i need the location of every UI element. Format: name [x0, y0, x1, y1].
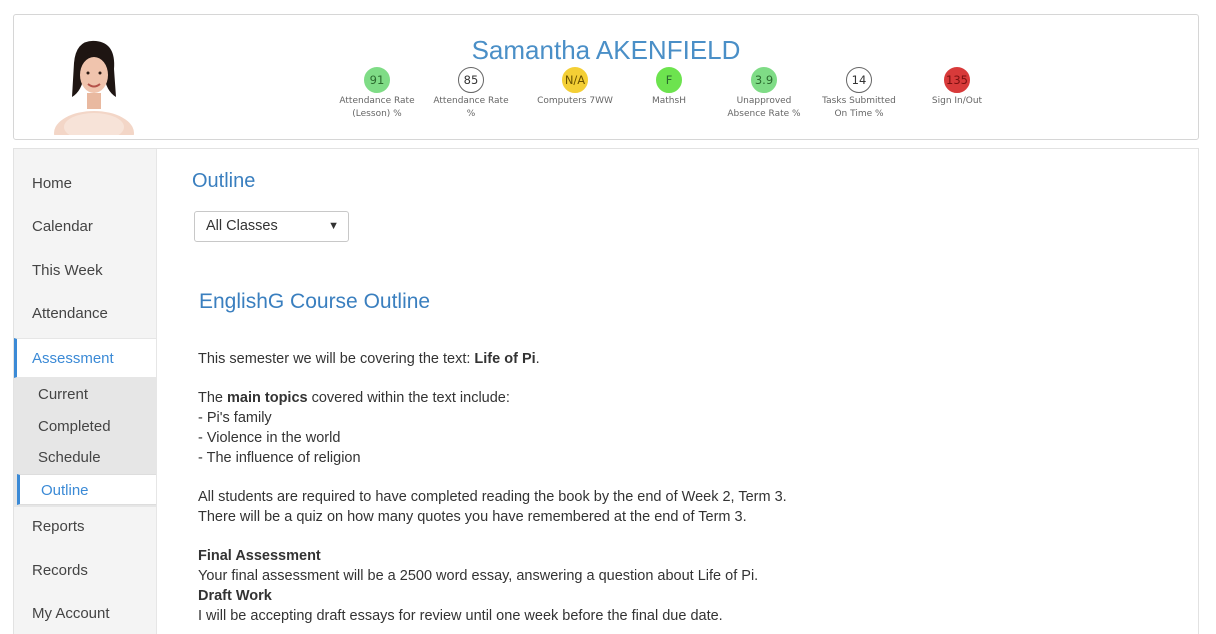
stat-badge: 135 [944, 67, 970, 93]
final-assessment-heading: Final Assessment [198, 546, 1158, 566]
submenu-item-schedule[interactable]: Schedule [14, 442, 156, 473]
stat-label: Tasks Submitted [822, 96, 896, 106]
intro-paragraph: This semester we will be covering the te… [198, 349, 1158, 369]
stat-label: Attendance Rate [339, 96, 415, 106]
sidebar-item-my-account[interactable]: My Account [14, 594, 156, 634]
topics-suffix: covered within the text include: [307, 390, 510, 406]
student-profile-card: Samantha AKENFIELD 91 Attendance Rate (L… [13, 14, 1199, 140]
reading-requirement: All students are required to have comple… [198, 489, 787, 505]
submenu-item-outline[interactable]: Outline [17, 474, 156, 505]
intro-text: This semester we will be covering the te… [198, 351, 475, 367]
stat-label: Sign In/Out [931, 96, 983, 106]
assessment-submenu: Current Completed Schedule Outline [14, 378, 156, 507]
course-outline-body: This semester we will be covering the te… [198, 349, 1158, 626]
stat-label-secondary: Absence Rate % [727, 109, 801, 119]
sidebar-item-records[interactable]: Records [14, 551, 156, 591]
stat-label: MathsH [652, 96, 686, 106]
sidebar-item-attendance[interactable]: Attendance [14, 294, 156, 334]
submenu-item-current[interactable]: Current [14, 379, 156, 410]
stat-badge: 85 [458, 67, 484, 93]
draft-heading-text: Draft Work [198, 588, 272, 604]
submenu-item-completed[interactable]: Completed [14, 411, 156, 442]
draft-work-heading: Draft Work [198, 586, 1158, 606]
quiz-note: There will be a quiz on how many quotes … [198, 509, 747, 525]
stat-badge: 14 [846, 67, 872, 93]
stat-label-secondary: % [466, 109, 476, 119]
stat-label: Unapproved [736, 96, 792, 106]
class-select-dropdown[interactable]: All Classes ▼ [194, 211, 349, 242]
sidebar-nav: Home Calendar This Week Attendance Asses… [14, 149, 157, 634]
class-select-value: All Classes [206, 218, 278, 234]
sidebar-item-home[interactable]: Home [14, 164, 156, 204]
stat-label: Computers 7WW [537, 96, 613, 106]
stat-tasks-submitted[interactable]: 14 Tasks Submitted On Time % [809, 67, 909, 121]
topic-item: - Pi's family [198, 410, 272, 426]
final-heading-text: Final Assessment [198, 548, 321, 564]
sidebar-item-reports[interactable]: Reports [14, 507, 156, 547]
stat-attendance-rate[interactable]: 85 Attendance Rate % [431, 67, 511, 121]
sidebar-item-calendar[interactable]: Calendar [14, 207, 156, 247]
stat-label-secondary: (Lesson) % [352, 109, 402, 119]
intro-suffix: . [535, 351, 540, 367]
student-name: Samantha AKENFIELD [471, 35, 741, 65]
topics-bold: main topics [227, 390, 308, 406]
main-content: Outline All Classes ▼ EnglishG Course Ou… [157, 149, 1198, 634]
stat-badge: 91 [364, 67, 390, 93]
final-assessment-text: Your final assessment will be a 2500 wor… [198, 568, 759, 584]
course-outline-title: EnglishG Course Outline [199, 290, 431, 313]
draft-work-text: I will be accepting draft essays for rev… [198, 608, 723, 624]
page-title: Outline [192, 170, 256, 192]
stat-maths[interactable]: F MathsH [629, 67, 709, 108]
stat-sign-in-out[interactable]: 135 Sign In/Out [917, 67, 997, 108]
sidebar-item-this-week[interactable]: This Week [14, 251, 156, 291]
topics-prefix: The [198, 390, 228, 406]
page-layout: Home Calendar This Week Attendance Asses… [13, 148, 1199, 634]
stat-computers[interactable]: N/A Computers 7WW [525, 67, 625, 108]
stat-label-secondary: On Time % [834, 109, 884, 119]
stat-attendance-lesson[interactable]: 91 Attendance Rate (Lesson) % [339, 67, 415, 121]
topic-item: - Violence in the world [198, 430, 341, 446]
stat-badge: 3.9 [751, 67, 777, 93]
stat-badge: F [656, 67, 682, 93]
stat-label: Attendance Rate [433, 96, 509, 106]
stat-badge: N/A [562, 67, 588, 93]
stat-unapproved-absence[interactable]: 3.9 Unapproved Absence Rate % [714, 67, 814, 121]
topic-item: - The influence of religion [198, 450, 361, 466]
topics-intro: The main topics covered within the text … [198, 388, 1158, 408]
sidebar-item-assessment[interactable]: Assessment [14, 338, 156, 378]
chevron-down-icon: ▼ [328, 220, 339, 232]
book-title: Life of Pi [474, 351, 536, 367]
